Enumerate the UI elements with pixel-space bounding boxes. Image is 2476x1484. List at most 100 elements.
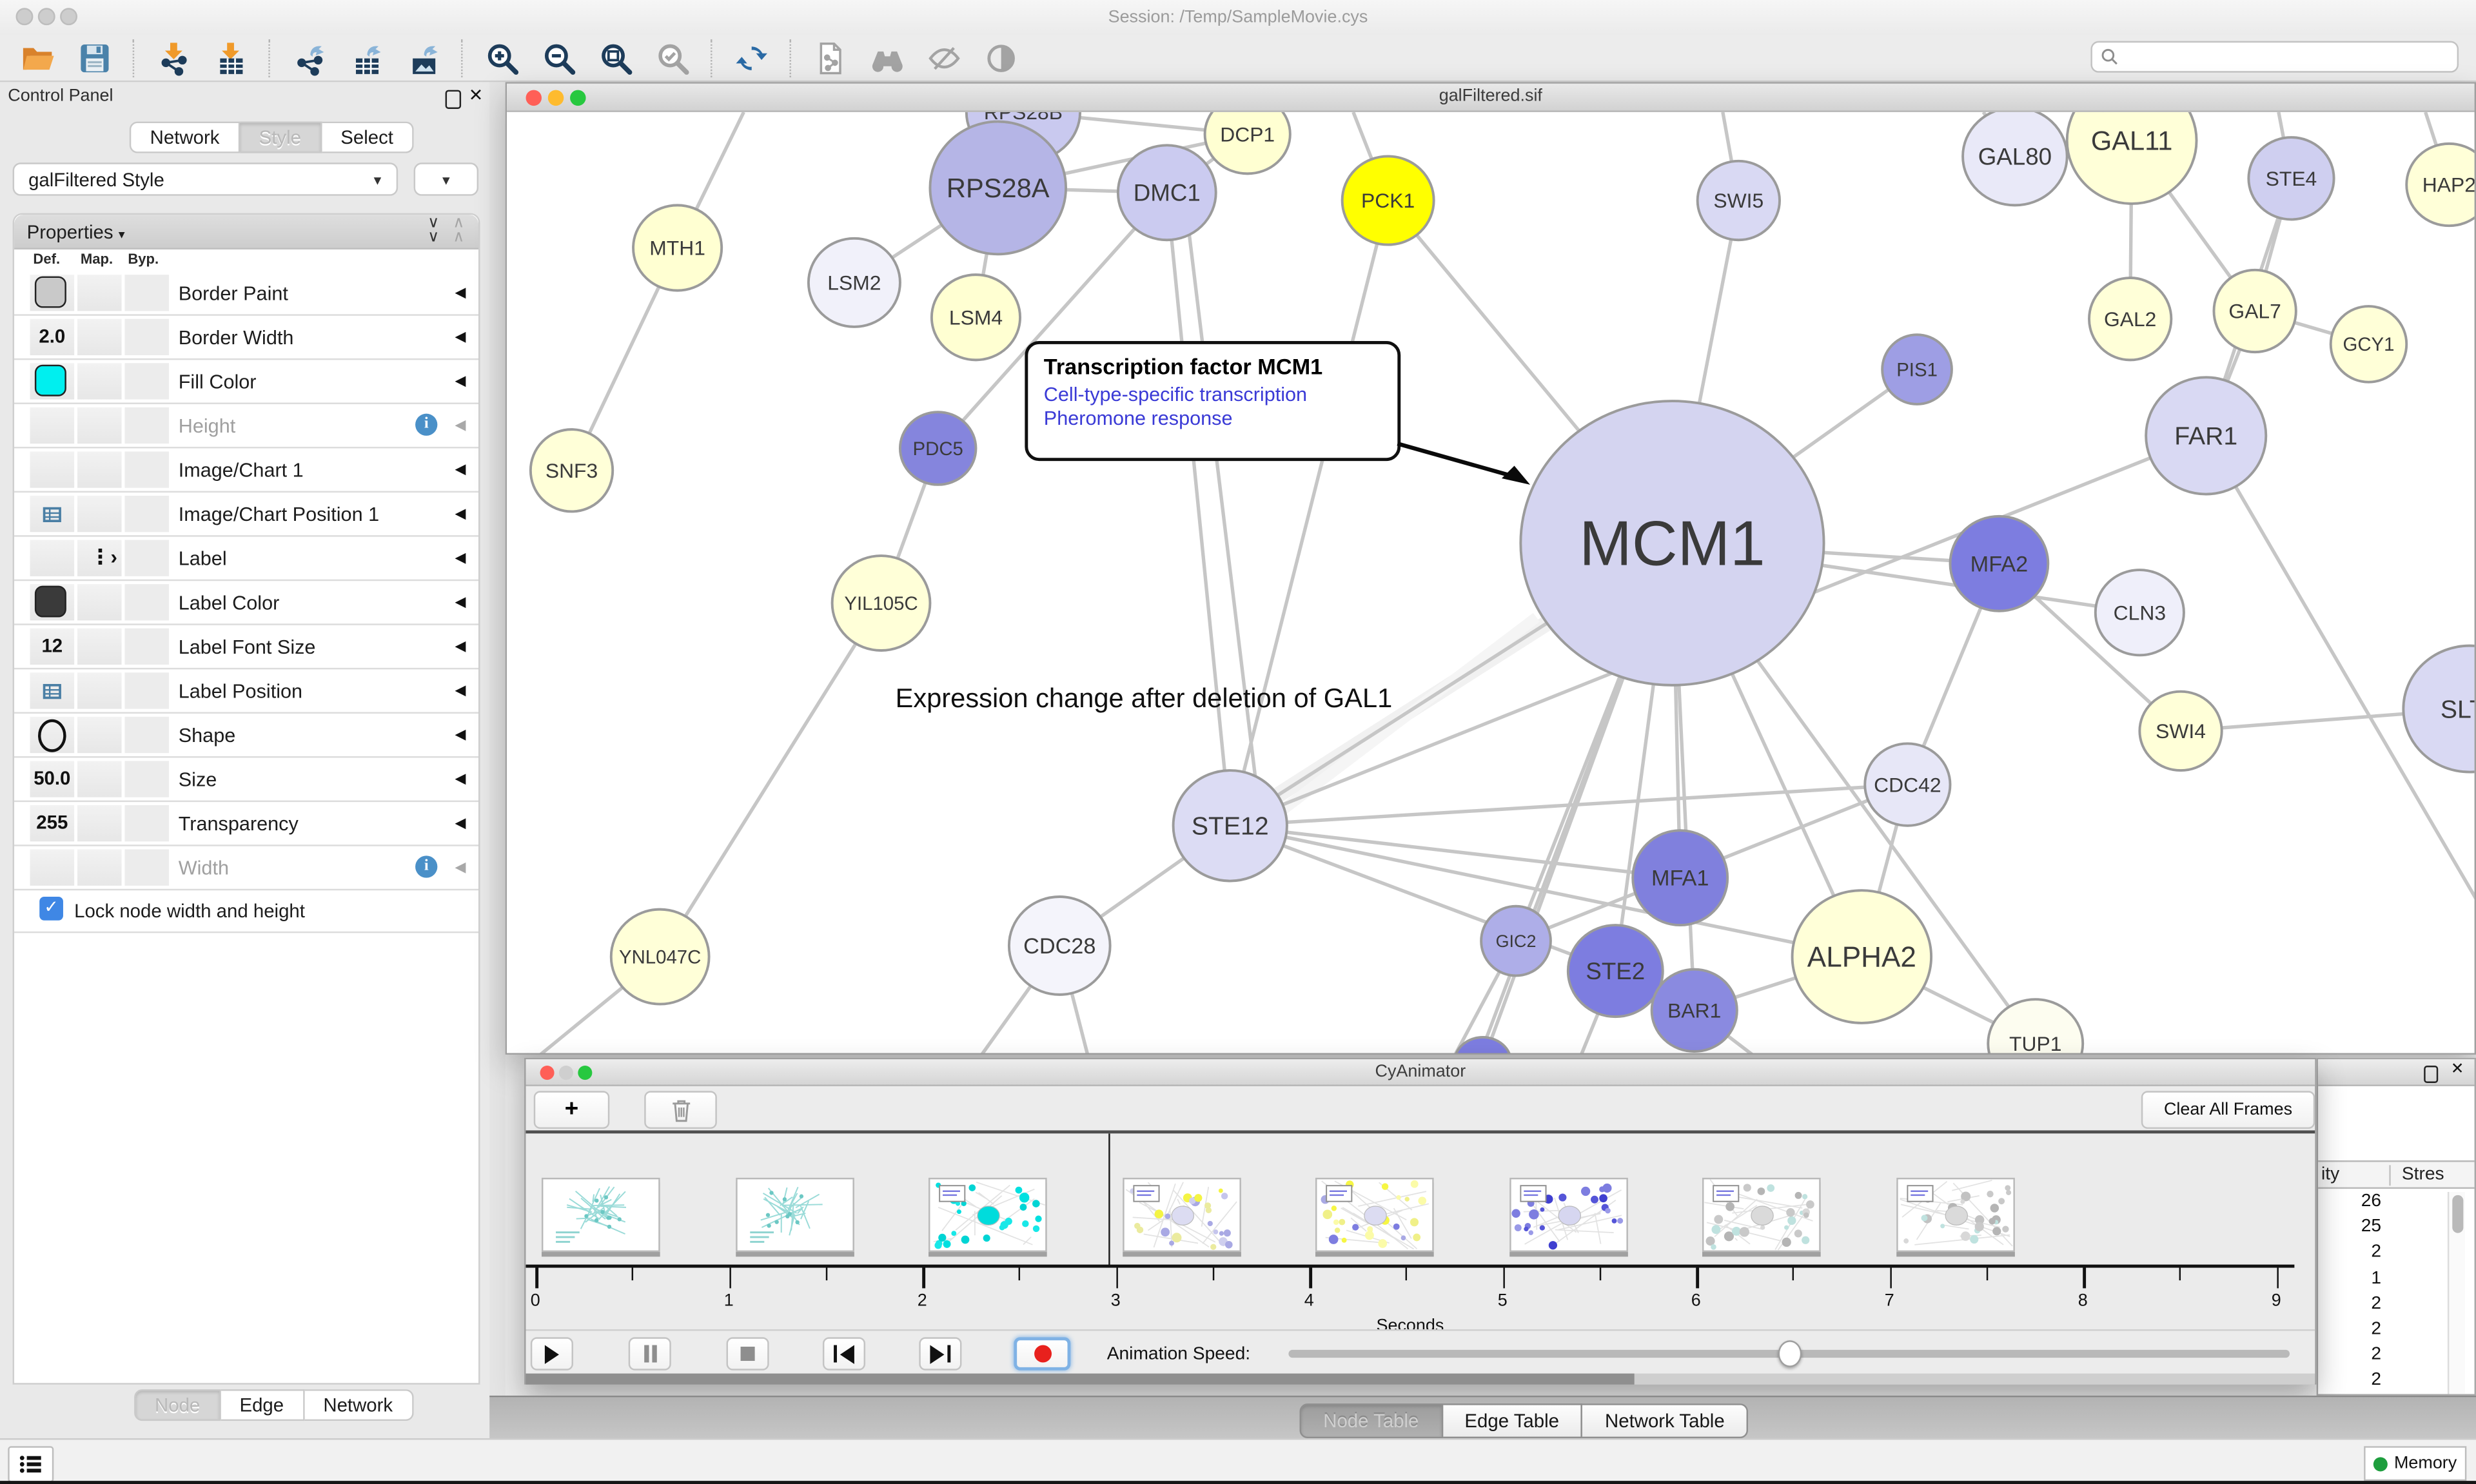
search-field[interactable] (2090, 41, 2459, 73)
zoom-in-icon[interactable] (482, 37, 523, 79)
maximize-icon[interactable] (578, 1066, 592, 1080)
zoom-window-button[interactable] (60, 8, 77, 25)
property-cell[interactable] (30, 275, 75, 311)
zoom-fit-icon[interactable] (595, 37, 636, 79)
property-cell[interactable] (124, 629, 169, 665)
tab-node-table[interactable]: Node Table (1300, 1403, 1443, 1438)
property-row-size[interactable]: 50.0Size◀ (14, 758, 478, 803)
annotation-box[interactable]: Transcription factor MCM1 Cell-type-spec… (1025, 341, 1400, 461)
property-cell[interactable] (77, 672, 122, 708)
task-history-button[interactable] (8, 1446, 54, 1482)
column-centrality[interactable]: ity (2321, 1165, 2339, 1184)
property-cell[interactable] (124, 407, 169, 444)
property-cell[interactable] (77, 584, 122, 620)
timeline-frame-4[interactable] (1315, 1178, 1434, 1252)
property-cell[interactable] (124, 451, 169, 487)
network-edge[interactable] (660, 603, 881, 957)
export-image-icon[interactable] (402, 37, 444, 79)
timeline-frame-2[interactable] (928, 1178, 1047, 1252)
expand-row-icon[interactable]: ◀ (455, 417, 466, 434)
tab-edge[interactable]: Edge (221, 1389, 304, 1421)
tab-edge-table[interactable]: Edge Table (1442, 1403, 1583, 1438)
tab-node[interactable]: Node (134, 1389, 221, 1421)
column-stress[interactable]: Stres (2402, 1165, 2444, 1184)
export-network-icon[interactable] (289, 37, 330, 79)
property-cell[interactable] (124, 672, 169, 708)
speed-slider[interactable] (1288, 1350, 2290, 1358)
expand-all-icon[interactable]: ∨∨ (422, 217, 444, 245)
close-icon[interactable] (526, 90, 542, 106)
expand-row-icon[interactable]: ◀ (455, 594, 466, 611)
property-cell[interactable] (30, 407, 75, 444)
float-panel-icon[interactable] (446, 90, 461, 109)
property-cell[interactable] (30, 496, 75, 532)
property-cell[interactable] (77, 275, 122, 311)
property-row-width[interactable]: Widthi◀ (14, 846, 478, 891)
lock-checkbox[interactable]: ✓ (39, 897, 63, 921)
skip-end-button[interactable] (919, 1337, 961, 1370)
property-cell[interactable] (30, 451, 75, 487)
table-cell[interactable]: 2 (2318, 1243, 2381, 1262)
network-window-titlebar[interactable]: galFiltered.sif (507, 84, 2474, 112)
close-icon[interactable] (540, 1066, 555, 1080)
property-cell[interactable] (124, 584, 169, 620)
property-cell[interactable] (30, 850, 75, 886)
property-row-image-chart-position-1[interactable]: Image/Chart Position 1◀ (14, 493, 478, 537)
timeline-scrollbar[interactable] (526, 1374, 2315, 1385)
float-panel-icon[interactable] (2424, 1066, 2438, 1083)
property-cell[interactable] (30, 363, 75, 399)
expand-row-icon[interactable]: ◀ (455, 505, 466, 523)
timeline-frame-6[interactable] (1702, 1178, 1821, 1252)
property-cell[interactable]: 2.0 (30, 319, 75, 355)
property-cell[interactable] (124, 363, 169, 399)
network-canvas[interactable]: RPS28BRPS28ADMC1DCP1PCK1MTH1LSM2LSM4SWI5… (507, 112, 2474, 1053)
expand-row-icon[interactable]: ◀ (455, 373, 466, 390)
property-cell[interactable] (30, 584, 75, 620)
property-cell[interactable] (124, 761, 169, 797)
skip-start-button[interactable] (823, 1337, 865, 1370)
search-input[interactable] (2119, 46, 2450, 68)
expand-row-icon[interactable]: ◀ (455, 727, 466, 744)
property-cell[interactable] (124, 850, 169, 886)
pause-button[interactable] (629, 1337, 671, 1370)
style-options-button[interactable]: ▼ (414, 162, 478, 195)
timeline-frame-0[interactable] (542, 1178, 660, 1252)
table-cell[interactable]: 2 (2318, 1371, 2381, 1390)
column-divider[interactable] (2389, 1165, 2390, 1186)
timeline-frame-7[interactable] (1896, 1178, 2014, 1252)
property-cell[interactable] (77, 451, 122, 487)
export-table-icon[interactable] (346, 37, 387, 79)
property-cell[interactable] (77, 629, 122, 665)
property-cell[interactable]: ⋮› (77, 540, 122, 576)
property-cell[interactable] (124, 540, 169, 576)
expand-row-icon[interactable]: ◀ (455, 549, 466, 567)
network-edge[interactable] (1167, 193, 1230, 826)
expand-row-icon[interactable]: ◀ (455, 284, 466, 302)
timeline-frame-1[interactable] (735, 1178, 854, 1252)
property-row-border-width[interactable]: 2.0Border Width◀ (14, 316, 478, 360)
info-icon[interactable]: i (415, 855, 437, 877)
property-cell[interactable] (77, 363, 122, 399)
playhead[interactable] (1108, 1133, 1109, 1266)
property-row-image-chart-1[interactable]: Image/Chart 1◀ (14, 449, 478, 493)
network-edge[interactable] (1274, 618, 1537, 817)
style-dropdown[interactable]: galFiltered Style ▼ (13, 162, 398, 195)
properties-header[interactable]: Properties ▾ ∨∨ ∧∧ (14, 215, 478, 249)
close-window-button[interactable] (15, 8, 33, 25)
properties-menu-icon[interactable]: ▾ (119, 228, 125, 242)
property-cell[interactable] (77, 850, 122, 886)
zoom-out-icon[interactable] (538, 37, 580, 79)
timeline-frame-5[interactable] (1509, 1178, 1627, 1252)
minimize-window-button[interactable] (38, 8, 55, 25)
maximize-icon[interactable] (570, 90, 585, 106)
property-cell[interactable] (30, 540, 75, 576)
table-cell[interactable]: 25 (2318, 1218, 2381, 1236)
annotation-link[interactable]: Pheromone response (1044, 407, 1382, 429)
property-cell[interactable] (30, 672, 75, 708)
speed-slider-thumb[interactable] (1778, 1340, 1802, 1367)
property-row-label[interactable]: ⋮›Label◀ (14, 537, 478, 581)
close-panel-icon[interactable]: ✕ (469, 85, 484, 106)
property-cell[interactable] (124, 717, 169, 753)
add-frame-button[interactable]: + (534, 1091, 610, 1129)
property-row-fill-color[interactable]: Fill Color◀ (14, 360, 478, 404)
